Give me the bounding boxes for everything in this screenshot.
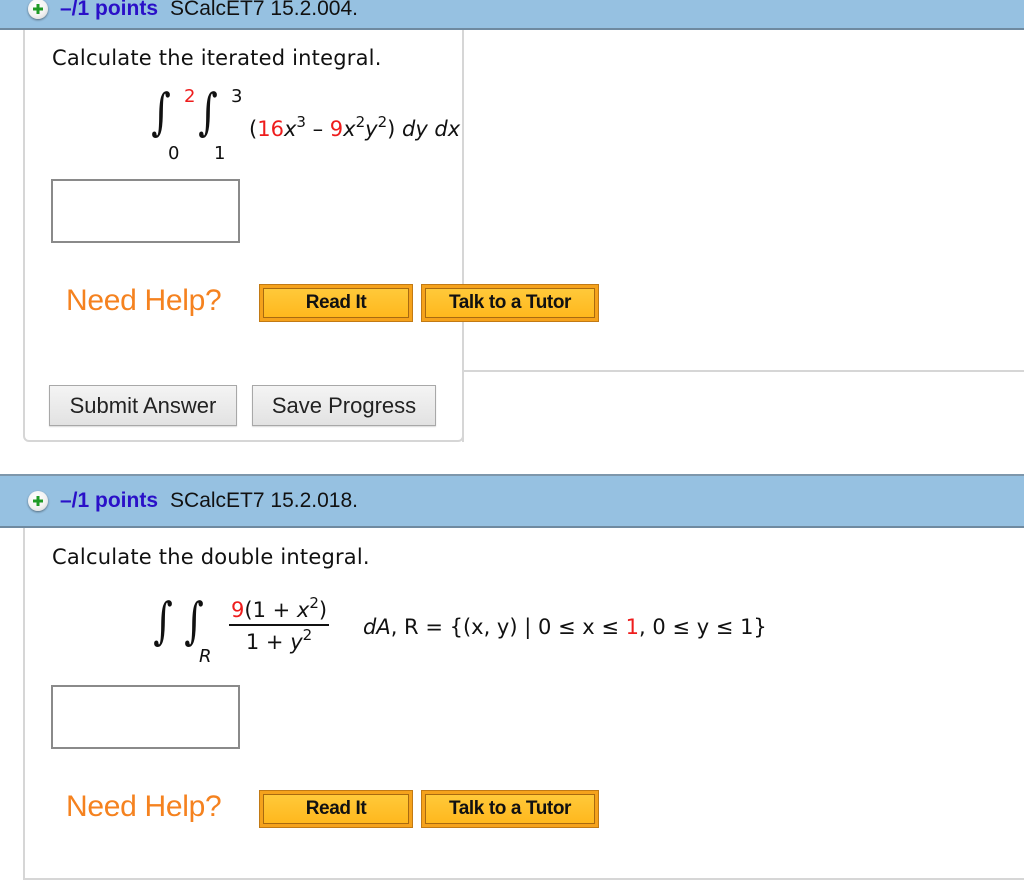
divider <box>462 370 464 442</box>
integral-sign: ∫ <box>184 592 204 650</box>
integrand: (16x3 – 9x2y2) dy dx <box>249 113 461 142</box>
question-code: SCalcET7 15.2.018. <box>170 489 358 512</box>
integrand-fraction: 9(1 + x2) 1 + y2 <box>229 596 330 655</box>
inner-lower-limit: 1 <box>214 143 226 164</box>
integral-sign: ∫ <box>153 592 173 650</box>
question-prompt: Calculate the double integral. <box>52 545 370 569</box>
fraction-denominator: 1 + y2 <box>245 626 313 655</box>
outer-lower-limit: 0 <box>168 143 180 164</box>
submit-answer-button[interactable]: Submit Answer <box>49 385 237 426</box>
question-header-1: –/1 points SCalcET7 15.2.004. <box>0 0 1024 30</box>
expand-plus-icon[interactable] <box>28 0 48 19</box>
answer-input[interactable] <box>51 179 240 243</box>
need-help-label: Need Help? <box>66 284 222 317</box>
points-label: –/1 points <box>60 489 159 512</box>
talk-to-tutor-button[interactable]: Talk to a Tutor <box>421 284 599 322</box>
expand-plus-icon[interactable] <box>28 491 48 511</box>
integral-sign: ∫ <box>151 83 171 141</box>
region-definition: dA, R = {(x, y) | 0 ≤ x ≤ 1, 0 ≤ y ≤ 1} <box>363 615 767 639</box>
inner-upper-limit: 3 <box>231 86 243 107</box>
region-subscript: R <box>199 646 212 667</box>
need-help-label: Need Help? <box>66 790 222 823</box>
question-code: SCalcET7 15.2.004. <box>170 0 358 20</box>
outer-upper-limit: 2 <box>184 86 196 107</box>
read-it-button[interactable]: Read It <box>259 790 413 828</box>
talk-to-tutor-button[interactable]: Talk to a Tutor <box>421 790 599 828</box>
divider <box>462 370 1024 372</box>
read-it-button[interactable]: Read It <box>259 284 413 322</box>
question-header-2: –/1 points SCalcET7 15.2.018. <box>0 474 1024 528</box>
save-progress-button[interactable]: Save Progress <box>252 385 436 426</box>
fraction-numerator: 9(1 + x2) <box>229 596 330 626</box>
points-label: –/1 points <box>60 0 159 20</box>
question-prompt: Calculate the iterated integral. <box>52 46 382 70</box>
answer-input[interactable] <box>51 685 240 749</box>
integral-sign: ∫ <box>198 83 218 141</box>
